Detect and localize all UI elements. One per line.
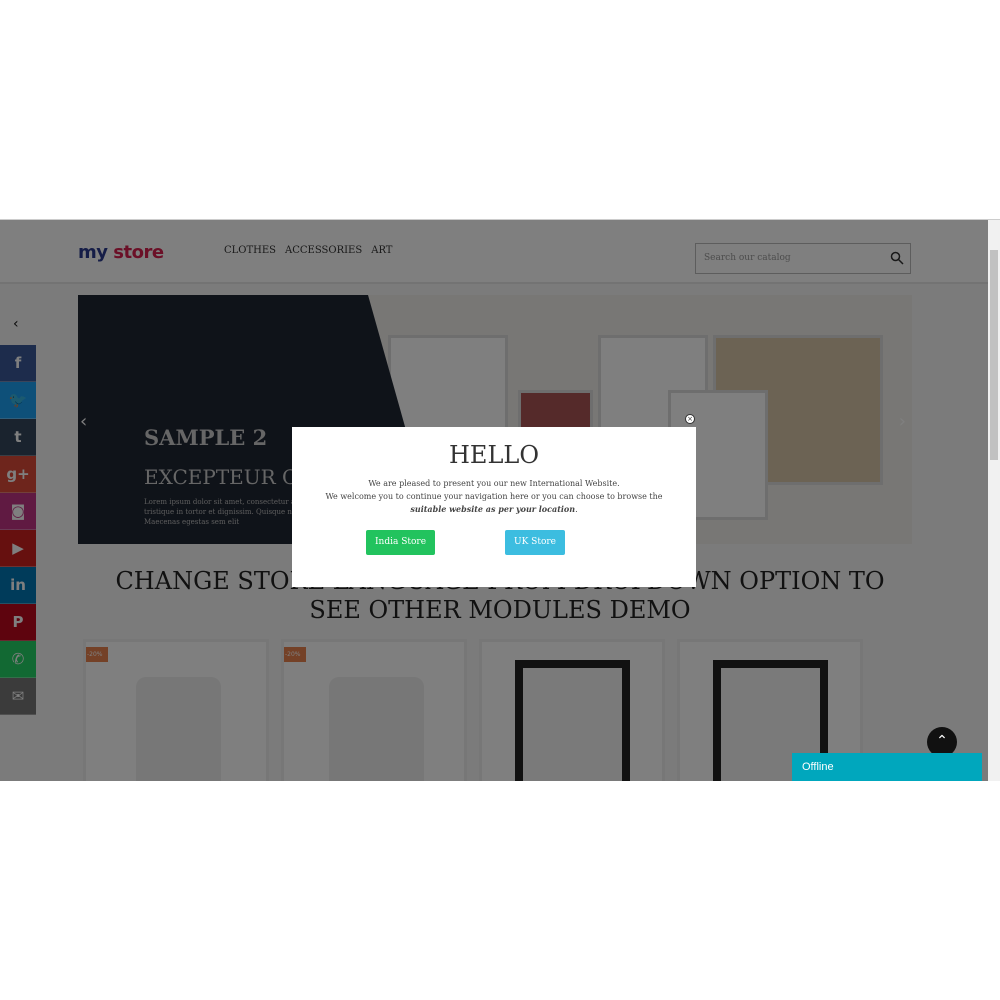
chat-widget[interactable]: Offline <box>792 753 982 781</box>
modal-line-3: suitable website as per your location <box>410 504 576 514</box>
browser-viewport: my store CLOTHES ACCESSORIES ART Search … <box>0 219 1000 781</box>
modal-line-1: We are pleased to present you our new In… <box>368 479 620 488</box>
store-select-modal: HELLO We are pleased to present you our … <box>292 427 696 587</box>
modal-line-2: We welcome you to continue your navigati… <box>325 492 663 501</box>
uk-store-button[interactable]: UK Store <box>505 530 565 555</box>
modal-title: HELLO <box>449 441 539 469</box>
india-store-button[interactable]: India Store <box>366 530 436 555</box>
chat-status: Offline <box>802 761 834 773</box>
close-icon[interactable]: × <box>685 414 695 424</box>
scrollbar[interactable] <box>988 220 1000 781</box>
modal-message: We are pleased to present you our new In… <box>325 479 663 514</box>
